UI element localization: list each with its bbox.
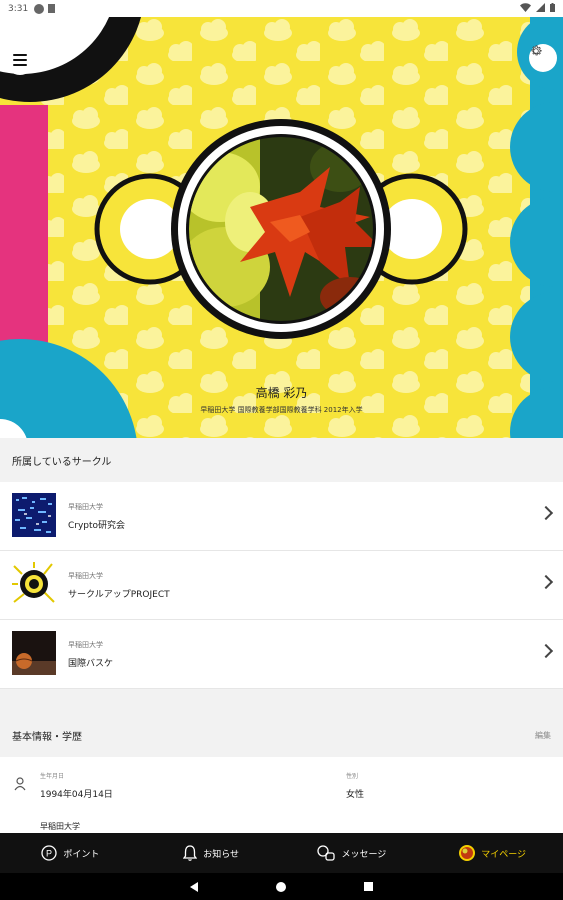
message-icon [317,845,336,861]
basic-info: 生年月日 1994年04月14日 性別 女性 早稲田大学 [0,757,563,833]
circle-thumbnail-circleup [12,562,56,606]
basic-section-header: 基本情報・学歴 編集 [0,713,563,757]
chevron-right-icon [538,574,554,590]
tab-notifications[interactable]: お知らせ [141,833,282,873]
gender-value: 女性 [346,790,365,800]
wifi-icon [520,3,531,12]
signal-icon [536,3,545,12]
circle-university: 早稲田大学 [68,503,103,511]
circle-thumbnail-crypto [12,493,56,537]
chevron-right-icon [538,643,554,659]
tab-mypage-label: マイページ [481,849,527,860]
status-time: 3:31 [8,3,29,14]
menu-button[interactable] [5,45,35,75]
birthday-label: 生年月日 [40,773,65,780]
circle-university: 早稲田大学 [68,641,103,649]
svg-text:P: P [46,849,52,859]
profile-header: 高橋 彩乃 早稲田大学 国際教養学部国際教養学科 2012年入学 [0,17,563,438]
status-bar: 3:31 [0,0,563,17]
avatar-icon [459,845,476,861]
system-nav-bar [0,873,563,900]
tab-notifications-label: お知らせ [203,849,240,860]
back-icon[interactable] [190,881,198,892]
home-icon[interactable] [276,881,286,892]
circles-section-title: 所属しているサークル [12,456,112,468]
gender-label: 性別 [346,773,359,780]
circle-name: Crypto研究会 [68,521,126,531]
chevron-right-icon [538,505,554,521]
person-icon [14,777,26,791]
settings-button[interactable] [529,44,557,72]
bottom-tab-bar: P ポイント お知らせ メッセージ マイページ [0,833,563,873]
circle-name: サークルアップPROJECT [68,590,170,600]
gear-icon [531,45,542,56]
circles-list: 早稲田大学 Crypto研究会 早稲田大学 サークルアップPROJECT 早稲田… [0,482,563,689]
tab-messages[interactable]: メッセージ [282,833,423,873]
circle-name: 国際バスケ [68,659,114,669]
sim-icon [48,4,56,13]
tab-points-label: ポイント [63,849,100,860]
birthday-value: 1994年04月14日 [40,790,113,800]
circles-section-header: 所属しているサークル [0,438,563,482]
app-notification-icon [34,3,45,14]
battery-icon [550,3,555,12]
header-background [0,17,563,438]
circle-row-crypto[interactable]: 早稲田大学 Crypto研究会 [0,482,563,551]
recents-icon[interactable] [364,882,373,891]
tab-points[interactable]: P ポイント [0,833,141,873]
edit-button[interactable]: 編集 [535,730,551,741]
circle-university: 早稲田大学 [68,572,103,580]
circle-thumbnail-basketball [12,631,56,675]
tab-messages-label: メッセージ [341,849,387,860]
hamburger-icon [13,54,27,56]
point-icon: P [41,845,58,861]
basic-section-title: 基本情報・学歴 [12,731,82,743]
profile-affiliation: 早稲田大学 国際教養学部国際教養学科 2012年入学 [200,406,363,414]
school-value: 早稲田大学 [40,822,80,831]
circle-row-basketball[interactable]: 早稲田大学 国際バスケ [0,620,563,689]
tab-mypage[interactable]: マイページ [422,833,563,873]
circle-row-circleup[interactable]: 早稲田大学 サークルアップPROJECT [0,551,563,620]
profile-name: 高橋 彩乃 [255,386,308,400]
bell-icon [183,845,198,861]
